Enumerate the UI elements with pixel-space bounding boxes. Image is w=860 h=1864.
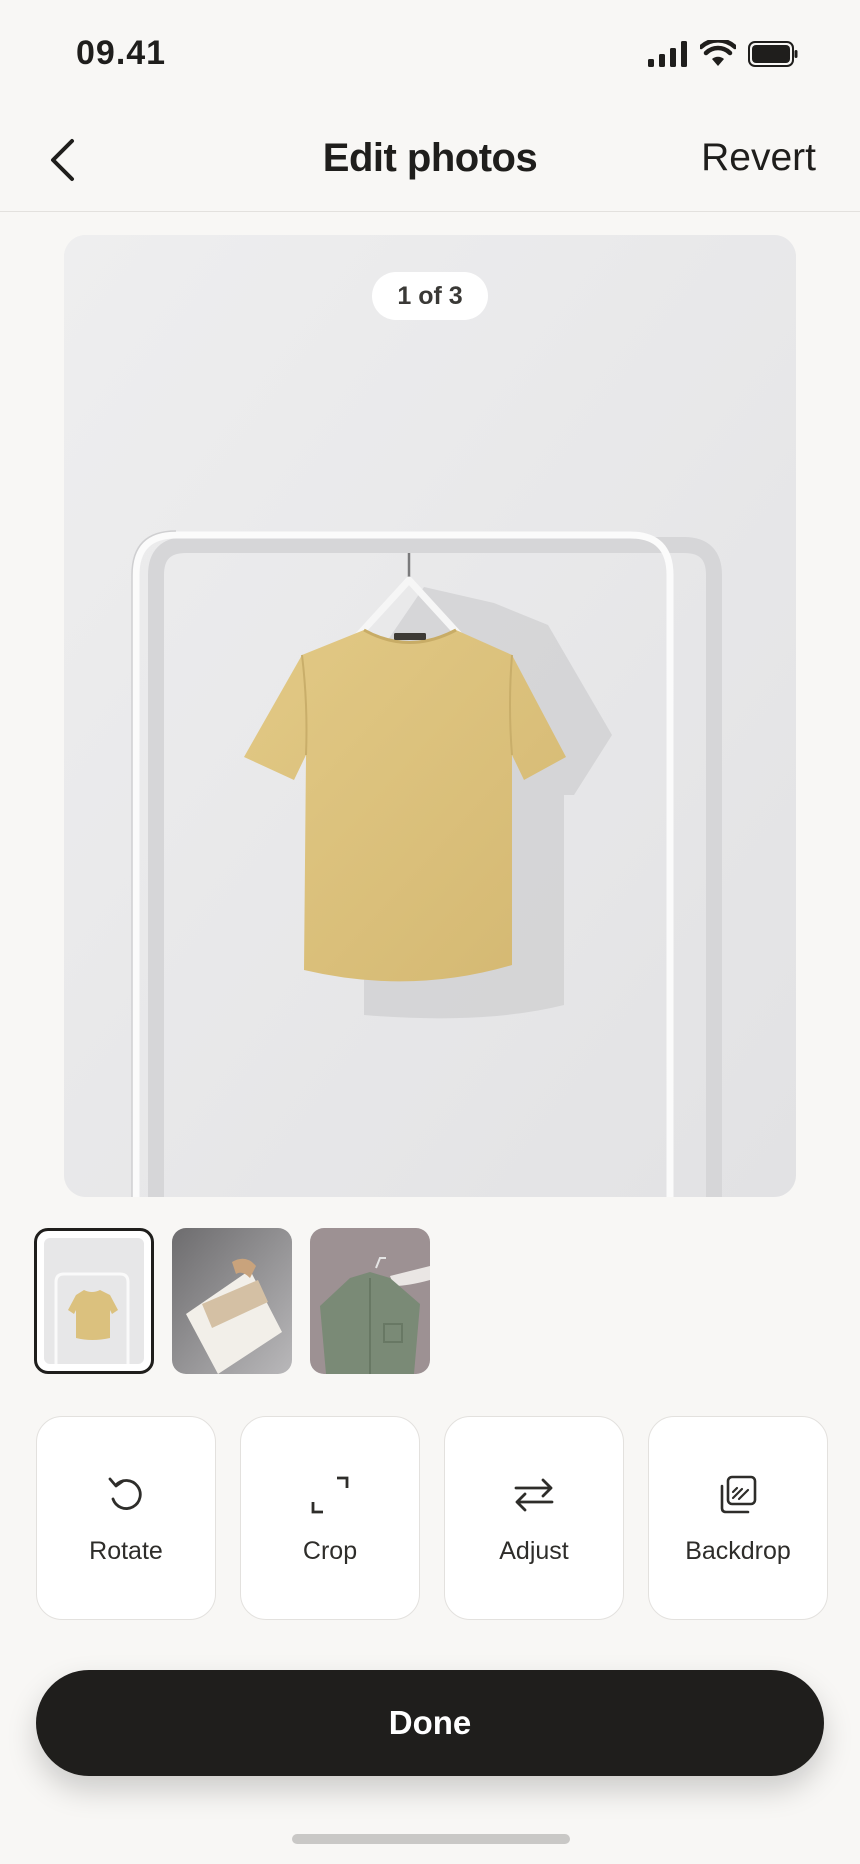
adjust-icon	[514, 1478, 554, 1511]
navigation-bar: Edit photos Revert	[0, 110, 860, 212]
rotate-icon	[108, 1477, 142, 1510]
thumbnail-strip	[34, 1228, 430, 1374]
thumbnail-image	[310, 1228, 430, 1374]
thumbnail-green-shirt[interactable]	[310, 1228, 430, 1374]
status-time: 09.41	[76, 34, 167, 72]
revert-button[interactable]: Revert	[701, 136, 816, 180]
edit-tools: Rotate Crop Adjust Backdrop	[36, 1416, 828, 1620]
backdrop-button[interactable]: Backdrop	[648, 1416, 828, 1620]
done-button[interactable]: Done	[36, 1670, 824, 1776]
crop-label: Crop	[302, 1536, 358, 1565]
crop-icon	[311, 1476, 349, 1513]
thumbnail-image	[172, 1228, 292, 1374]
tshirt-photo	[64, 235, 796, 1197]
signal-icon	[648, 41, 687, 67]
wifi-icon	[700, 40, 736, 66]
status-bar: 09.41	[0, 0, 860, 110]
home-indicator	[292, 1834, 570, 1844]
photo-preview[interactable]	[64, 235, 796, 1197]
thumbnail-yellow-tshirt[interactable]	[34, 1228, 154, 1374]
adjust-button[interactable]: Adjust	[444, 1416, 624, 1620]
rotate-label: Rotate	[89, 1536, 163, 1565]
thumbnail-folded-shirt[interactable]	[172, 1228, 292, 1374]
backdrop-icon	[720, 1475, 757, 1513]
adjust-label: Adjust	[499, 1536, 569, 1565]
thumbnail-image	[44, 1238, 144, 1364]
status-icons	[648, 40, 798, 68]
photo-counter-badge: 1 of 3	[372, 272, 488, 320]
backdrop-label: Backdrop	[685, 1536, 791, 1565]
crop-button[interactable]: Crop	[240, 1416, 420, 1620]
rotate-button[interactable]: Rotate	[36, 1416, 216, 1620]
battery-icon	[748, 41, 798, 67]
